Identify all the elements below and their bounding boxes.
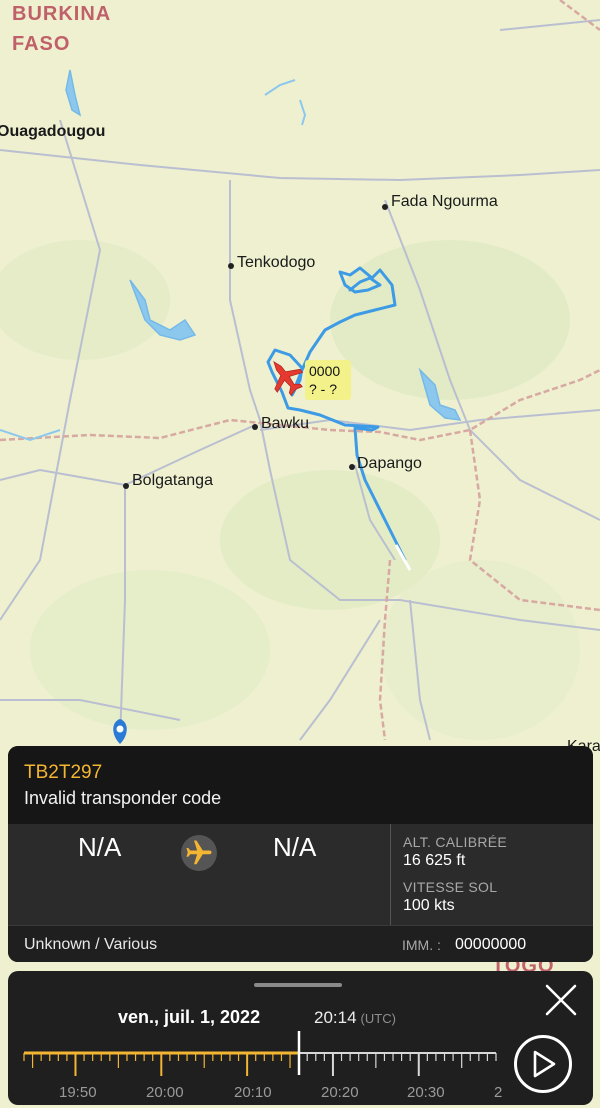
playback-panel[interactable]: ven., juil. 1, 2022 20:14 (UTC) 19:50 20:… — [8, 971, 593, 1105]
tick-label: 20:20 — [321, 1084, 359, 1101]
time-value: 20:14 — [314, 1008, 357, 1027]
flight-info-card[interactable]: TB2T297 Invalid transponder code N/A N/A… — [8, 746, 593, 962]
tick-label: 2 — [494, 1084, 502, 1101]
playback-time: 20:14 (UTC) — [314, 1008, 396, 1028]
country-label-burkina: BURKINA — [12, 3, 111, 25]
route-text: ? - ? — [309, 381, 338, 397]
country-label-faso: FASO — [12, 33, 70, 55]
city-bawku: Bawku — [261, 415, 309, 432]
registration-value: 00000000 — [455, 936, 527, 953]
play-icon — [533, 1050, 556, 1078]
timeline-scrubber[interactable]: 19:50 20:00 20:10 20:20 20:30 2 — [8, 1031, 508, 1105]
route-section: N/A N/A — [8, 824, 390, 925]
city-ouagadougou: Ouagadougou — [0, 123, 105, 140]
close-button[interactable] — [543, 982, 579, 1018]
speed-label: VITESSE SOL — [403, 879, 498, 895]
close-icon — [545, 984, 577, 1016]
city-dapango: Dapango — [357, 455, 422, 472]
timezone-label: (UTC) — [360, 1011, 396, 1026]
destination-code: N/A — [273, 832, 317, 862]
tick-label: 20:30 — [407, 1084, 445, 1101]
flight-card-details: N/A N/A ALT. CALIBRÉE 16 625 ft VITESSE … — [8, 824, 593, 925]
aircraft-type: Unknown / Various — [24, 936, 158, 953]
flight-card-header[interactable]: TB2T297 Invalid transponder code — [8, 746, 593, 824]
tick-label: 20:00 — [146, 1084, 184, 1101]
squawk-code: 0000 — [309, 363, 341, 379]
tick-label: 20:10 — [234, 1084, 272, 1101]
play-button[interactable] — [514, 1035, 572, 1093]
divider — [390, 824, 391, 925]
altitude-label: ALT. CALIBRÉE — [403, 834, 508, 850]
airplane-icon — [181, 835, 217, 871]
city-bolgatanga: Bolgatanga — [132, 472, 213, 489]
city-fada-ngourma: Fada Ngourma — [391, 193, 498, 210]
drag-handle[interactable] — [254, 983, 342, 987]
origin-code: N/A — [78, 832, 122, 862]
tick-label: 19:50 — [59, 1084, 97, 1101]
playback-date: ven., juil. 1, 2022 — [118, 1007, 261, 1027]
callsign: TB2T297 — [24, 762, 103, 783]
speed-value: 100 kts — [403, 897, 455, 914]
flight-stats: ALT. CALIBRÉE 16 625 ft VITESSE SOL 100 … — [403, 834, 507, 924]
city-tenkodogo: Tenkodogo — [237, 254, 315, 271]
flight-card-footer: Unknown / Various IMM. : 00000000 — [8, 925, 593, 962]
registration-label: IMM. : — [402, 937, 441, 953]
altitude-value: 16 625 ft — [403, 852, 466, 869]
flight-subtitle: Invalid transponder code — [24, 788, 222, 808]
flight-tag[interactable]: 0000 ? - ? — [305, 360, 351, 400]
